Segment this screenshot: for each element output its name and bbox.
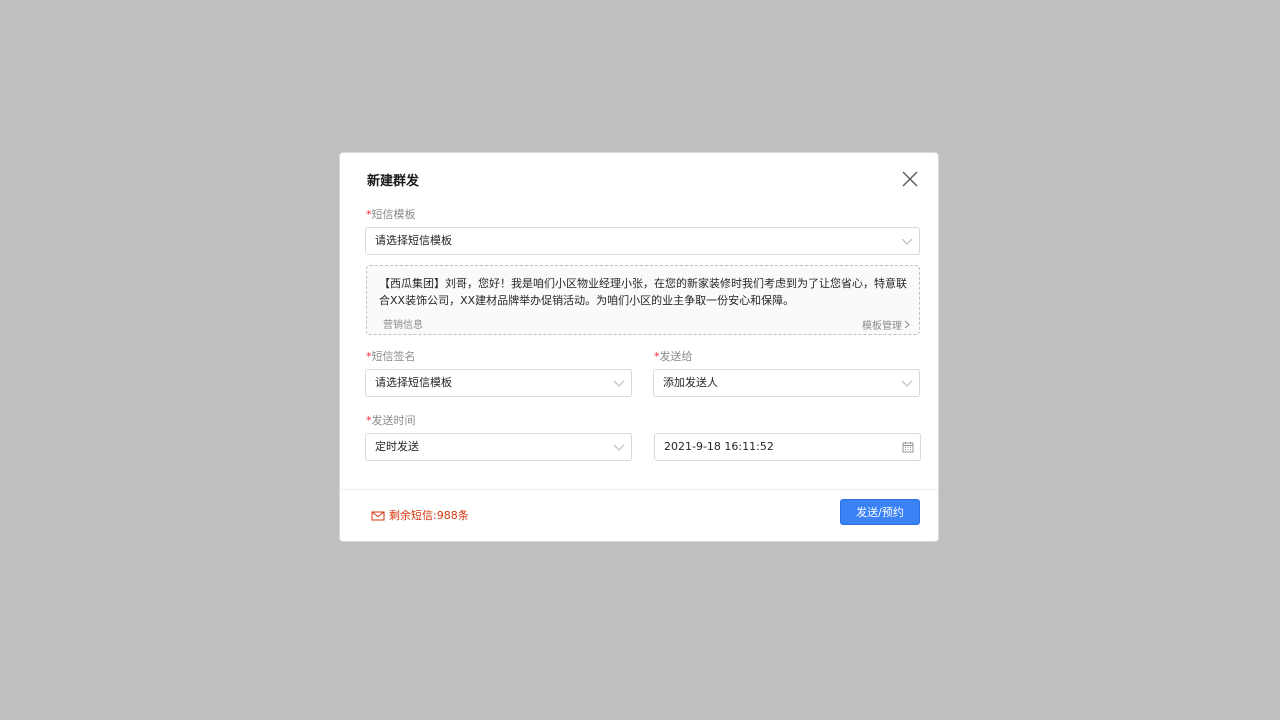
recipients-select[interactable]: 添加发送人	[653, 369, 920, 397]
calendar-icon	[902, 442, 914, 453]
template-manage-label: 模板管理	[862, 321, 902, 332]
recipients-label: *发送给	[654, 350, 693, 364]
signature-label: *短信签名	[366, 350, 416, 364]
chevron-down-icon	[901, 380, 913, 387]
chevron-right-icon	[904, 320, 910, 329]
footer-divider	[340, 489, 938, 490]
send-time-label-text: 发送时间	[371, 414, 416, 427]
chevron-down-icon	[901, 238, 913, 245]
chevron-down-icon	[613, 444, 625, 451]
template-select[interactable]: 请选择短信模板	[365, 227, 920, 255]
signature-select-value: 请选择短信模板	[375, 376, 452, 389]
close-icon[interactable]	[901, 170, 919, 188]
preview-text: 【西瓜集团】刘哥，您好！我是咱们小区物业经理小张，在您的新家装修时我们考虑到为了…	[379, 277, 907, 307]
template-label: *短信模板	[366, 208, 416, 222]
datetime-picker[interactable]: 2021-9-18 16:11:52	[654, 433, 921, 461]
template-preview: 【西瓜集团】刘哥，您好！我是咱们小区物业经理小张，在您的新家装修时我们考虑到为了…	[366, 265, 920, 335]
send-mode-select[interactable]: 定时发送	[365, 433, 632, 461]
dialog-title: 新建群发	[367, 174, 420, 189]
recipients-select-value: 添加发送人	[663, 376, 718, 389]
preview-tag: 营销信息	[383, 320, 423, 331]
template-select-value: 请选择短信模板	[375, 234, 452, 247]
recipients-label-text: 发送给	[659, 350, 693, 363]
envelope-icon	[371, 511, 385, 520]
new-broadcast-dialog: 新建群发 *短信模板 请选择短信模板 【西瓜集团】刘哥，您好！我是咱们小区物业经…	[339, 152, 939, 542]
send-button[interactable]: 发送/预约	[840, 499, 920, 525]
chevron-down-icon	[613, 380, 625, 387]
remaining-sms-text: 剩余短信:988条	[389, 509, 469, 522]
signature-select[interactable]: 请选择短信模板	[365, 369, 632, 397]
template-label-text: 短信模板	[371, 208, 416, 221]
remaining-sms: 剩余短信:988条	[371, 507, 469, 523]
send-mode-value: 定时发送	[375, 440, 419, 453]
signature-label-text: 短信签名	[371, 350, 416, 363]
template-manage-link[interactable]: 模板管理	[862, 317, 910, 332]
send-time-label: *发送时间	[366, 414, 416, 428]
datetime-value: 2021-9-18 16:11:52	[664, 440, 774, 453]
